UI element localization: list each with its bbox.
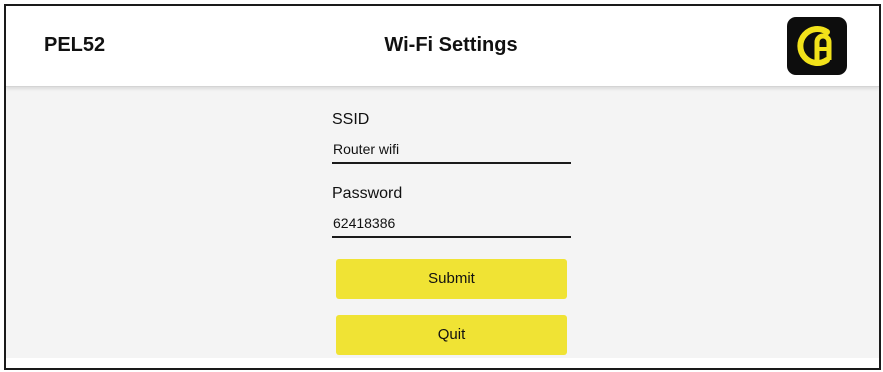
submit-button[interactable]: Submit <box>336 259 567 299</box>
ca-logo-icon <box>787 17 847 75</box>
wifi-form: SSID Password <box>332 110 572 238</box>
page-title: Wi-Fi Settings <box>384 34 518 56</box>
ssid-label: SSID <box>332 111 370 128</box>
quit-button[interactable]: Quit <box>336 315 567 355</box>
password-label: Password <box>332 185 403 202</box>
header-bar: PEL52 Wi-Fi Settings <box>6 6 879 87</box>
bottom-strip <box>6 358 879 368</box>
ssid-input[interactable] <box>332 136 571 164</box>
settings-window: PEL52 Wi-Fi Settings SSID Password Submi… <box>4 4 881 370</box>
password-input[interactable] <box>332 210 571 238</box>
